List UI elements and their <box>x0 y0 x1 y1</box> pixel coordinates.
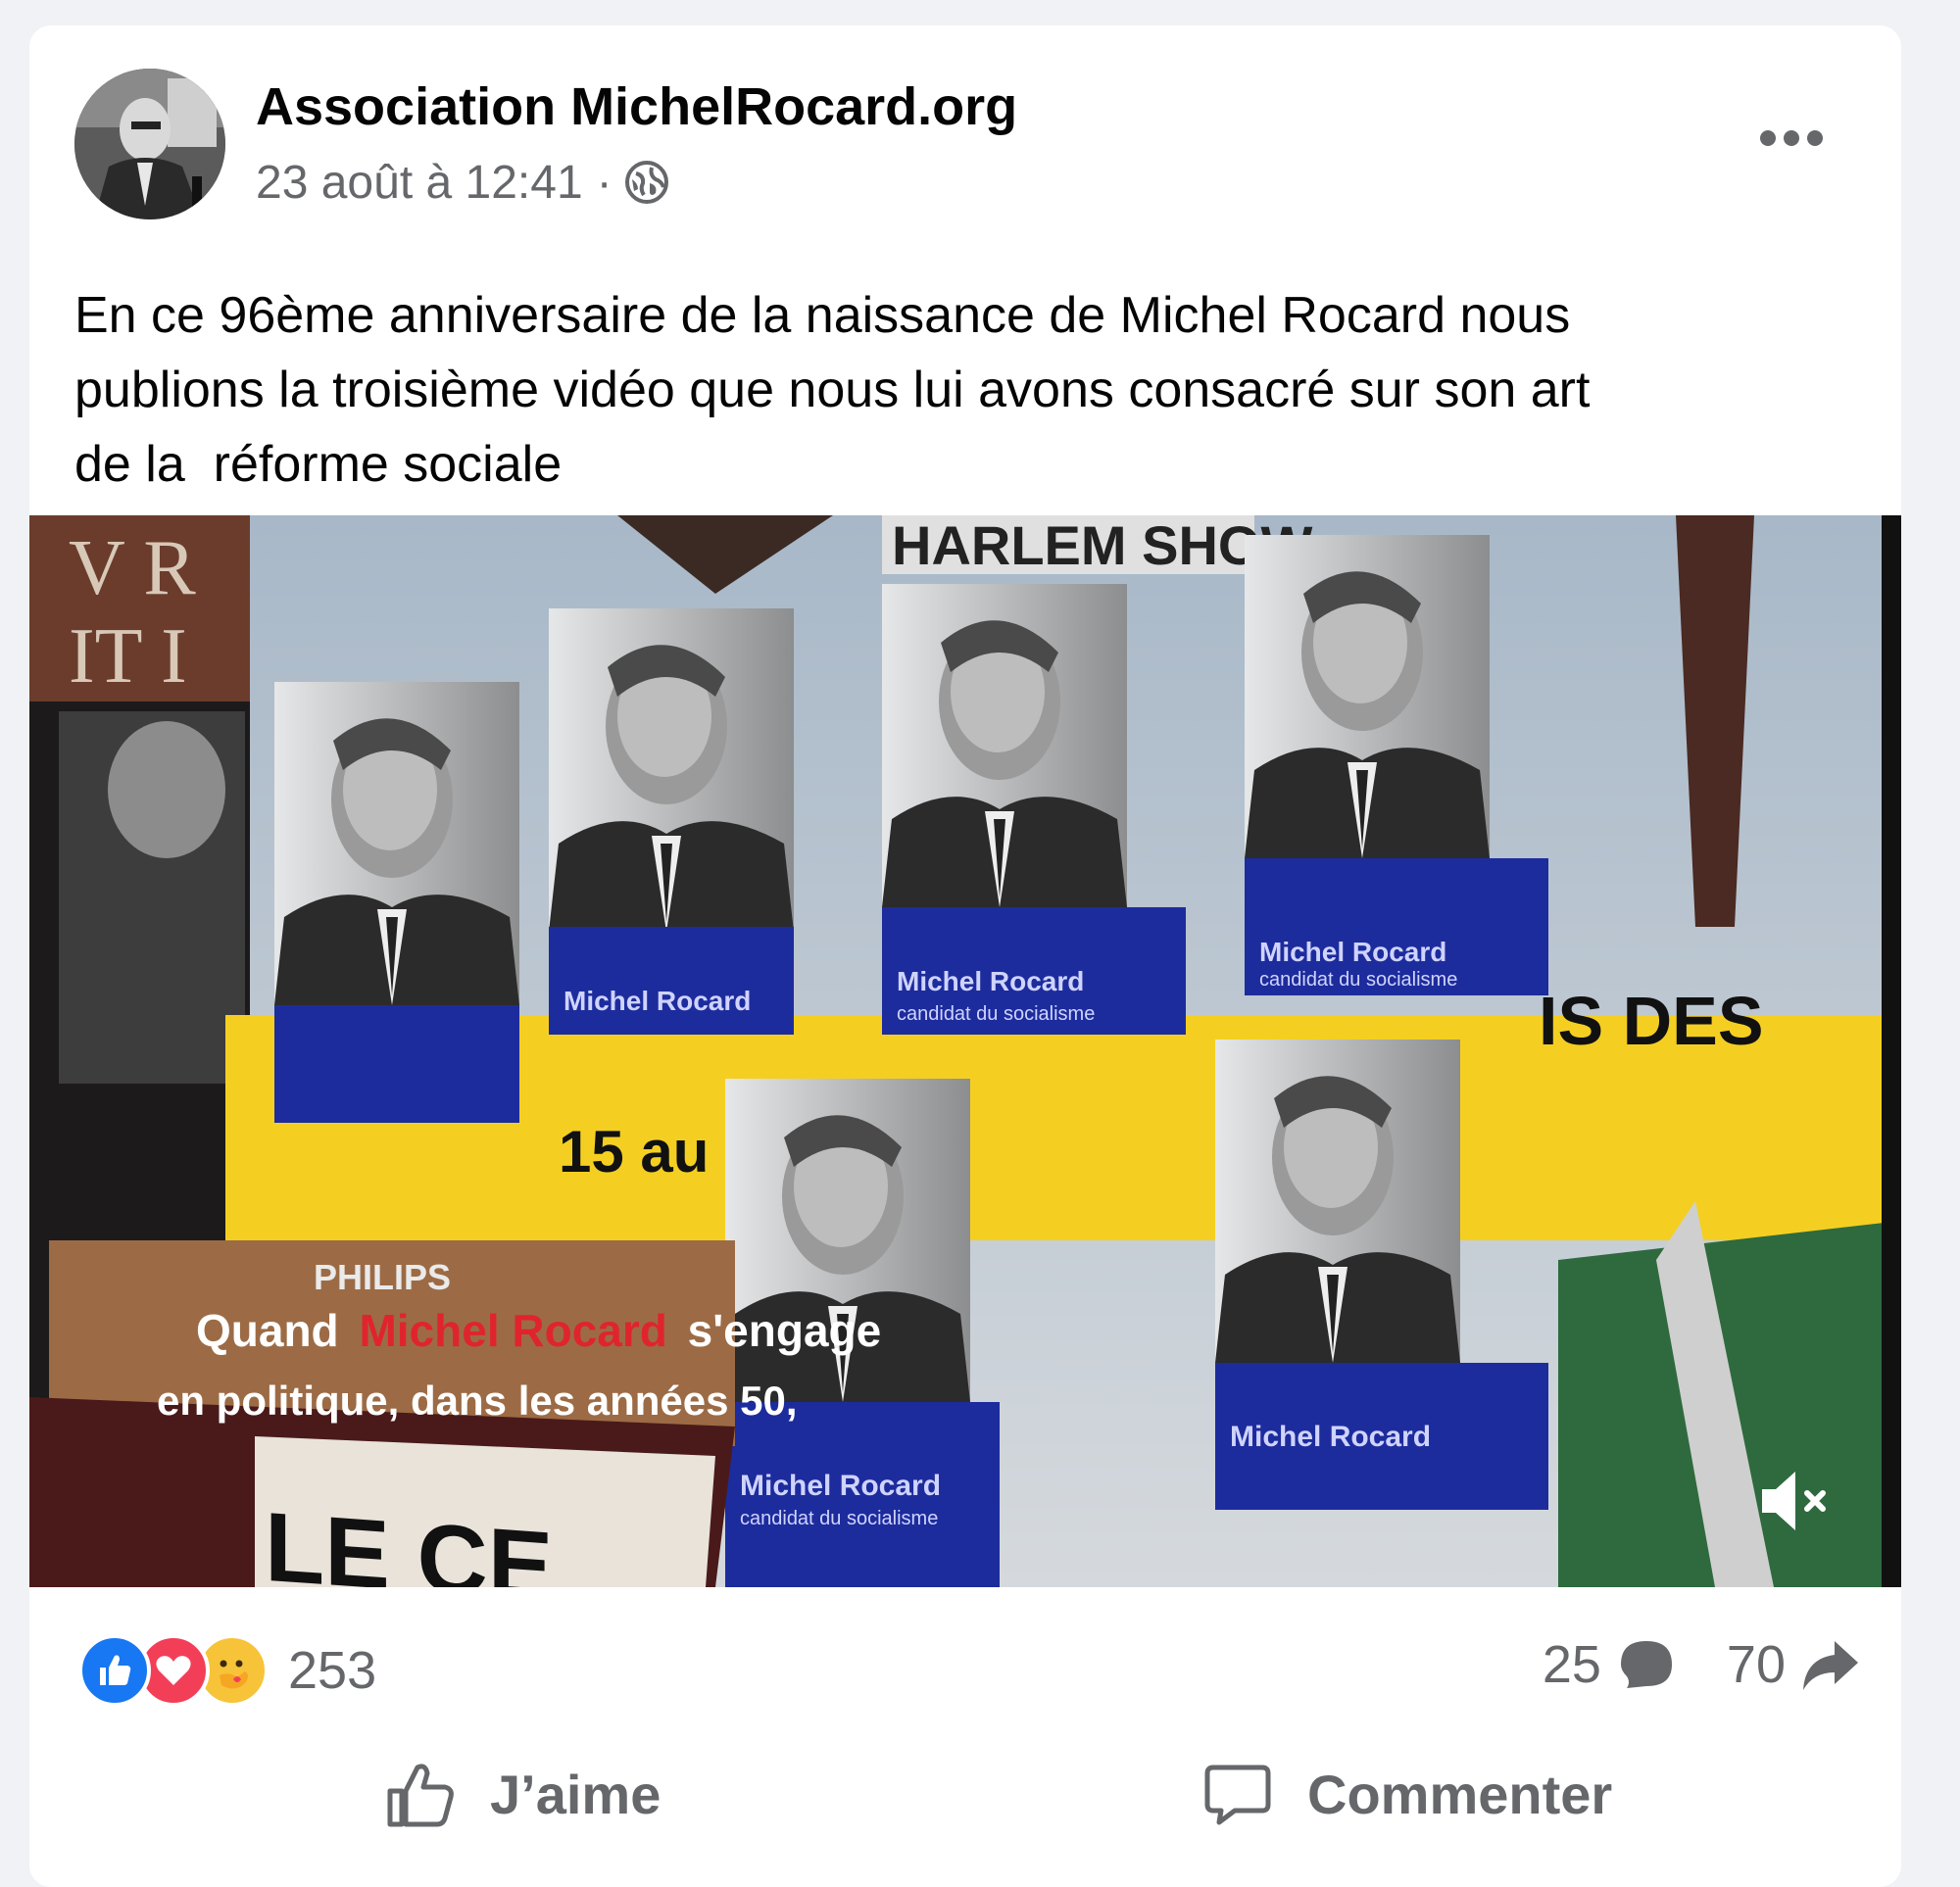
video-frame: V R IT I HARLEM SHOW IS DES 15 au Michel… <box>29 515 1901 1587</box>
poster-left-text: V R <box>69 525 196 611</box>
post-text: En ce 96ème anniversaire de la naissance… <box>74 287 1591 493</box>
video-caption-line-1: Quand Michel Rocard s'engage <box>196 1305 881 1356</box>
poster-left-text-2: IT I <box>69 613 187 700</box>
more-dot <box>1784 130 1799 146</box>
video-caption-line-2: en politique, dans les années 50, <box>157 1378 798 1424</box>
reactions-count: 253 <box>288 1641 377 1700</box>
more-options-icon[interactable] <box>1760 123 1823 153</box>
poster-yellow-text-2: 15 au <box>559 1119 709 1185</box>
poster-name-3: Michel Rocard <box>1259 937 1446 967</box>
like-label: J’aime <box>490 1763 662 1825</box>
poster-sub-3: candidat du socialisme <box>740 1508 938 1529</box>
poster-name: Michel Rocard <box>564 986 751 1016</box>
comment-button[interactable]: Commenter <box>1201 1740 1612 1848</box>
comment-label: Commenter <box>1307 1763 1613 1825</box>
like-reaction-icon <box>78 1634 151 1707</box>
poster-name-4: Michel Rocard <box>740 1470 941 1502</box>
poster-yellow-text: IS DES <box>1539 983 1764 1059</box>
poster-sub: candidat du socialisme <box>897 1003 1095 1025</box>
post-meta: 23 août à 12:41 · <box>256 153 669 212</box>
more-dot <box>1760 130 1776 146</box>
post-actions: J’aime Commenter <box>29 1740 1901 1848</box>
comments-count: 25 <box>1542 1635 1601 1694</box>
comments-count-link[interactable]: 25 <box>1543 1634 1678 1695</box>
more-dot <box>1807 130 1823 146</box>
volume-muted-icon[interactable] <box>1754 1460 1837 1542</box>
post-card: Association MichelRocard.org 23 août à 1… <box>29 25 1901 1887</box>
post-date[interactable]: 23 août à 12:41 <box>256 156 583 210</box>
author-avatar[interactable] <box>74 69 225 219</box>
author-name[interactable]: Association MichelRocard.org <box>256 76 1017 137</box>
poster-sub-2: candidat du socialisme <box>1259 969 1457 991</box>
poster-name-5: Michel Rocard <box>1230 1421 1431 1453</box>
comment-icon <box>1204 1765 1271 1825</box>
poster-name-2: Michel Rocard <box>897 966 1084 996</box>
engagement-counts: 25 70 <box>1543 1634 1862 1695</box>
shares-count: 70 <box>1726 1635 1786 1694</box>
meta-separator: · <box>596 156 612 209</box>
shares-count-link[interactable]: 70 <box>1727 1634 1862 1695</box>
like-button[interactable]: J’aime <box>384 1740 661 1848</box>
post-stats: 253 25 70 <box>78 1628 1862 1707</box>
video-player[interactable]: V R IT I HARLEM SHOW IS DES 15 au Michel… <box>29 515 1901 1587</box>
globe-icon[interactable] <box>624 160 669 205</box>
brand-text: PHILIPS <box>314 1257 451 1297</box>
thumbs-up-icon <box>387 1764 454 1827</box>
share-arrow-icon <box>1803 1641 1858 1690</box>
reactions-summary[interactable]: 253 <box>78 1634 376 1707</box>
comment-bubble-icon <box>1620 1641 1672 1688</box>
